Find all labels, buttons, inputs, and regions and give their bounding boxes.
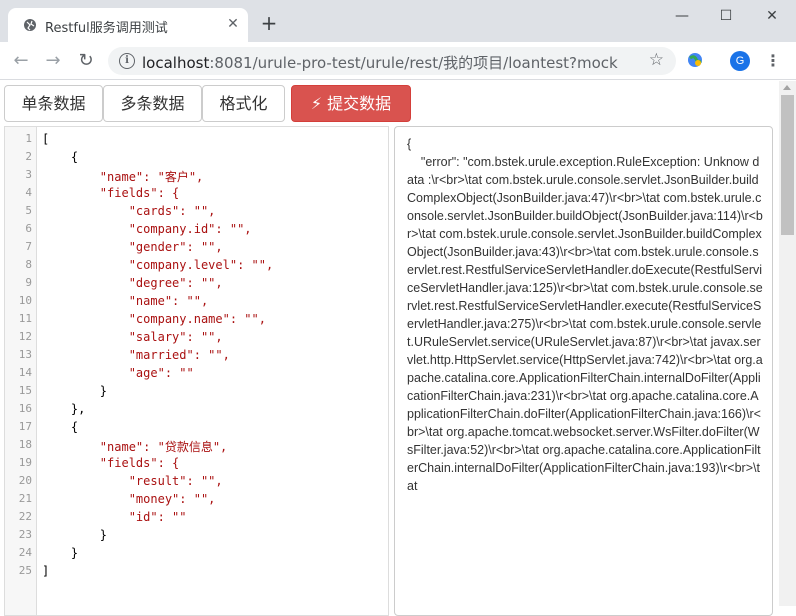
code-line[interactable]: } xyxy=(42,528,107,542)
code-line[interactable]: "gender": "", xyxy=(42,240,223,254)
browser-toolbar: ← → ↻ i localhost:8081/urule-pro-test/ur… xyxy=(0,42,796,80)
line-number: 6 xyxy=(25,222,32,235)
line-number: 14 xyxy=(18,366,32,379)
tab-strip: Restful服务调用测试 ✕ + — ☐ ✕ xyxy=(0,0,796,42)
code-line[interactable]: "name": "贷款信息", xyxy=(42,438,227,455)
line-number: 20 xyxy=(18,474,32,487)
url-path: :8081/urule-pro-test/urule/rest/我的项目/loa… xyxy=(209,54,618,72)
scroll-up-arrow-icon[interactable] xyxy=(783,85,791,90)
code-line[interactable]: "result": "", xyxy=(42,474,223,488)
line-number: 25 xyxy=(18,564,32,577)
minimize-button[interactable]: — xyxy=(670,6,694,26)
star-icon[interactable]: ☆ xyxy=(649,50,664,70)
line-number: 18 xyxy=(18,438,32,451)
code-line[interactable]: "id": "" xyxy=(42,510,187,524)
line-number: 10 xyxy=(18,294,32,307)
info-icon[interactable]: i xyxy=(119,53,135,69)
response-text: { "error": "com.bstek.urule.exception.Ru… xyxy=(407,137,763,493)
code-line[interactable]: "name": "客户", xyxy=(42,168,203,185)
line-number: 17 xyxy=(18,420,32,433)
code-line[interactable]: "salary": "", xyxy=(42,330,223,344)
line-number: 5 xyxy=(25,204,32,217)
format-button[interactable]: 格式化 xyxy=(202,85,285,122)
code-line[interactable]: { xyxy=(42,420,78,434)
scroll-thumb[interactable] xyxy=(781,95,794,235)
code-line[interactable]: "degree": "", xyxy=(42,276,223,290)
code-line[interactable]: "company.name": "", xyxy=(42,312,266,326)
close-window-button[interactable]: ✕ xyxy=(760,6,784,26)
code-line[interactable]: } xyxy=(42,384,107,398)
code-line[interactable]: ] xyxy=(42,564,49,578)
line-number: 9 xyxy=(25,276,32,289)
multi-data-button[interactable]: 多条数据 xyxy=(103,85,202,122)
maximize-button[interactable]: ☐ xyxy=(714,6,738,26)
line-number: 4 xyxy=(25,186,32,199)
tab-title: Restful服务调用测试 xyxy=(45,21,168,36)
single-data-button[interactable]: 单条数据 xyxy=(4,85,103,122)
code-line[interactable]: [ xyxy=(42,132,49,146)
line-gutter: 1 2 3 4 5 6 7 8 9 10 11 12 13 14 15 16 17 18 19 20 21 22 23 24 2… xyxy=(5,127,37,615)
line-number: 8 xyxy=(25,258,32,271)
line-number: 21 xyxy=(18,492,32,505)
code-line[interactable]: "cards": "", xyxy=(42,204,216,218)
code-line[interactable]: }, xyxy=(42,402,85,416)
line-number: 13 xyxy=(18,348,32,361)
extension-icon[interactable] xyxy=(686,51,704,69)
address-bar[interactable]: i localhost:8081/urule-pro-test/urule/re… xyxy=(108,47,676,75)
code-line[interactable]: "married": "", xyxy=(42,348,230,362)
code-line[interactable]: "name": "", xyxy=(42,294,208,308)
line-number: 23 xyxy=(18,528,32,541)
new-tab-button[interactable]: + xyxy=(260,13,278,33)
browser-tab[interactable]: Restful服务调用测试 ✕ xyxy=(8,8,248,42)
code-line[interactable]: "age": "" xyxy=(42,366,194,380)
avatar[interactable]: G xyxy=(730,51,750,71)
line-number: 22 xyxy=(18,510,32,523)
line-number: 11 xyxy=(18,312,32,325)
back-button[interactable]: ← xyxy=(10,50,32,72)
forward-button[interactable]: → xyxy=(42,50,64,72)
menu-icon[interactable]: ⋮ xyxy=(765,50,781,72)
line-number: 24 xyxy=(18,546,32,559)
code-line[interactable]: "money": "", xyxy=(42,492,216,506)
line-number: 16 xyxy=(18,402,32,415)
code-line[interactable]: "company.id": "", xyxy=(42,222,252,236)
submit-data-button[interactable]: ⚡ 提交数据 xyxy=(291,85,411,122)
url-host: localhost xyxy=(142,54,210,72)
tab-close-icon[interactable]: ✕ xyxy=(225,16,241,32)
page-content: 单条数据 多条数据 格式化 ⚡ 提交数据 1 2 3 4 5 6 7 8 9 10 11 12 13 14… xyxy=(0,81,779,616)
url-text[interactable]: localhost:8081/urule-pro-test/urule/rest… xyxy=(142,52,618,73)
response-panel: { "error": "com.bstek.urule.exception.Ru… xyxy=(394,126,773,616)
reload-button[interactable]: ↻ xyxy=(75,50,97,72)
line-number: 15 xyxy=(18,384,32,397)
page-scrollbar[interactable] xyxy=(779,81,796,606)
code-line[interactable]: { xyxy=(42,150,78,164)
line-number: 3 xyxy=(25,168,32,181)
code-line[interactable]: "fields": { xyxy=(42,186,179,200)
json-editor[interactable]: 1 2 3 4 5 6 7 8 9 10 11 12 13 14 15 16 17 18 19 20 21 22 23 24 2… xyxy=(4,126,389,616)
line-number: 19 xyxy=(18,456,32,469)
globe-icon xyxy=(24,19,36,31)
line-number: 2 xyxy=(25,150,32,163)
code-line[interactable]: "fields": { xyxy=(42,456,179,470)
code-line[interactable]: } xyxy=(42,546,78,560)
line-number: 12 xyxy=(18,330,32,343)
line-number: 7 xyxy=(25,240,32,253)
code-line[interactable]: "company.level": "", xyxy=(42,258,274,272)
line-number: 1 xyxy=(25,132,32,145)
